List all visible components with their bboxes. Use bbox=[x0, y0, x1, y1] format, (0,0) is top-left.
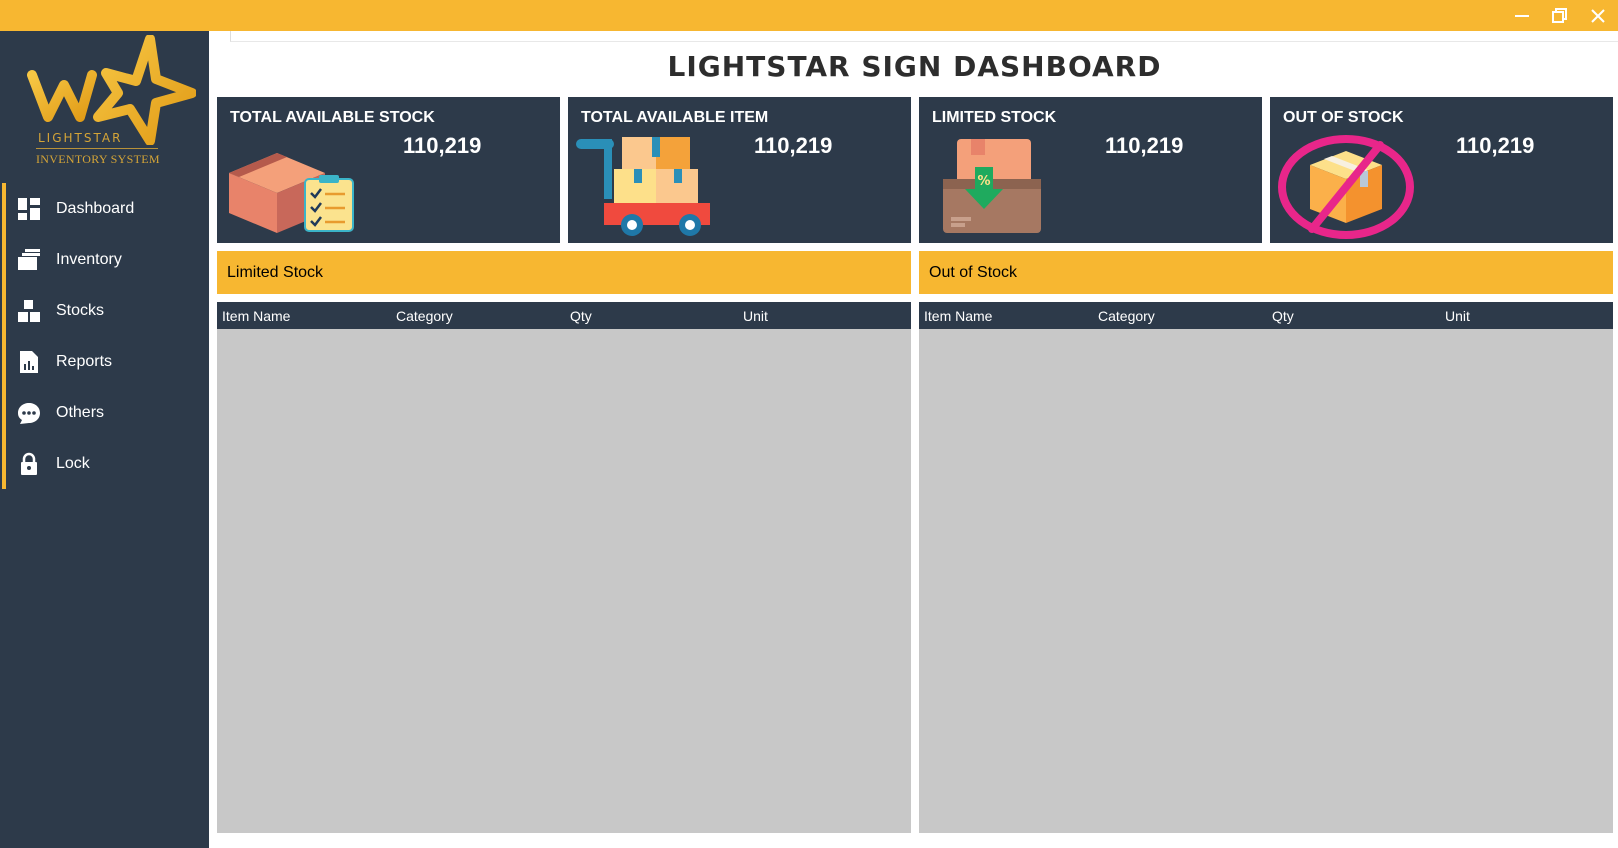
limited-stock-panel-header: Limited Stock bbox=[217, 251, 911, 294]
column-qty[interactable]: Qty bbox=[1272, 308, 1294, 324]
card-title: OUT OF STOCK bbox=[1283, 109, 1404, 126]
item-indicator bbox=[2, 234, 6, 285]
box-checklist-icon bbox=[227, 141, 357, 238]
box-discount-icon: % bbox=[943, 139, 1043, 240]
dashboard-icon bbox=[17, 197, 41, 221]
sidebar-item-label: Reports bbox=[56, 352, 113, 370]
sidebar-nav: Dashboard Inventory Stocks Reports Other… bbox=[0, 183, 209, 489]
column-category[interactable]: Category bbox=[1098, 308, 1155, 324]
sidebar-item-label: Others bbox=[56, 403, 105, 421]
inventory-icon bbox=[17, 248, 41, 272]
column-qty[interactable]: Qty bbox=[570, 308, 592, 324]
close-icon[interactable] bbox=[1583, 4, 1613, 28]
logo-title: LIGHTSTAR bbox=[38, 131, 123, 145]
page-title: LIGHTSTAR SIGN DASHBOARD bbox=[667, 50, 1162, 83]
star-logo-icon bbox=[27, 34, 197, 146]
card-total-available-item: TOTAL AVAILABLE ITEM 110,219 bbox=[568, 97, 911, 243]
card-value: 110,219 bbox=[403, 133, 482, 158]
sidebar-item-lock[interactable]: Lock bbox=[0, 438, 209, 489]
logo-divider bbox=[36, 148, 158, 149]
sidebar-item-others[interactable]: Others bbox=[0, 387, 209, 438]
card-total-available-stock: TOTAL AVAILABLE STOCK 110,219 bbox=[217, 97, 560, 243]
lock-icon bbox=[17, 452, 41, 476]
card-out-of-stock: OUT OF STOCK 110,219 bbox=[1270, 97, 1613, 243]
sidebar-item-dashboard[interactable]: Dashboard bbox=[0, 183, 209, 234]
others-icon bbox=[17, 401, 41, 425]
item-indicator bbox=[2, 387, 6, 438]
column-unit[interactable]: Unit bbox=[743, 308, 768, 324]
sidebar-item-label: Inventory bbox=[56, 250, 122, 268]
item-indicator bbox=[2, 438, 6, 489]
out-of-stock-table-body[interactable] bbox=[919, 329, 1613, 833]
card-value: 110,219 bbox=[1456, 133, 1535, 158]
active-indicator bbox=[2, 183, 6, 234]
card-title: TOTAL AVAILABLE STOCK bbox=[230, 109, 435, 126]
minimize-icon[interactable] bbox=[1507, 4, 1537, 28]
limited-stock-table-header: Item Name Category Qty Unit bbox=[217, 302, 911, 329]
card-limited-stock: LIMITED STOCK 110,219 % bbox=[919, 97, 1262, 243]
svg-text:%: % bbox=[977, 174, 990, 189]
reports-icon bbox=[17, 350, 41, 374]
restore-icon[interactable] bbox=[1545, 4, 1575, 28]
sidebar-item-stocks[interactable]: Stocks bbox=[0, 285, 209, 336]
logo-subtitle: INVENTORY SYSTEM bbox=[36, 152, 160, 166]
item-indicator bbox=[2, 336, 6, 387]
column-unit[interactable]: Unit bbox=[1445, 308, 1470, 324]
stocks-icon bbox=[17, 299, 41, 323]
column-category[interactable]: Category bbox=[396, 308, 453, 324]
limited-stock-table-body[interactable] bbox=[217, 329, 911, 833]
column-item-name[interactable]: Item Name bbox=[924, 308, 992, 324]
sidebar-item-label: Dashboard bbox=[56, 199, 135, 217]
content-top-border bbox=[230, 31, 1618, 42]
sidebar-item-label: Lock bbox=[56, 454, 90, 472]
out-of-stock-panel-header: Out of Stock bbox=[919, 251, 1613, 294]
sidebar-item-label: Stocks bbox=[56, 301, 105, 319]
card-value: 110,219 bbox=[1105, 133, 1184, 158]
card-value: 110,219 bbox=[754, 133, 833, 158]
out-of-stock-table-header: Item Name Category Qty Unit bbox=[919, 302, 1613, 329]
sidebar-item-inventory[interactable]: Inventory bbox=[0, 234, 209, 285]
card-title: LIMITED STOCK bbox=[932, 109, 1057, 126]
cart-boxes-icon bbox=[574, 137, 710, 242]
item-indicator bbox=[2, 285, 6, 336]
card-title: TOTAL AVAILABLE ITEM bbox=[581, 109, 769, 126]
title-bar bbox=[0, 0, 1618, 31]
sidebar: LIGHTSTAR INVENTORY SYSTEM Dashboard Inv… bbox=[0, 31, 209, 848]
no-box-icon bbox=[1276, 135, 1416, 244]
sidebar-item-reports[interactable]: Reports bbox=[0, 336, 209, 387]
column-item-name[interactable]: Item Name bbox=[222, 308, 290, 324]
